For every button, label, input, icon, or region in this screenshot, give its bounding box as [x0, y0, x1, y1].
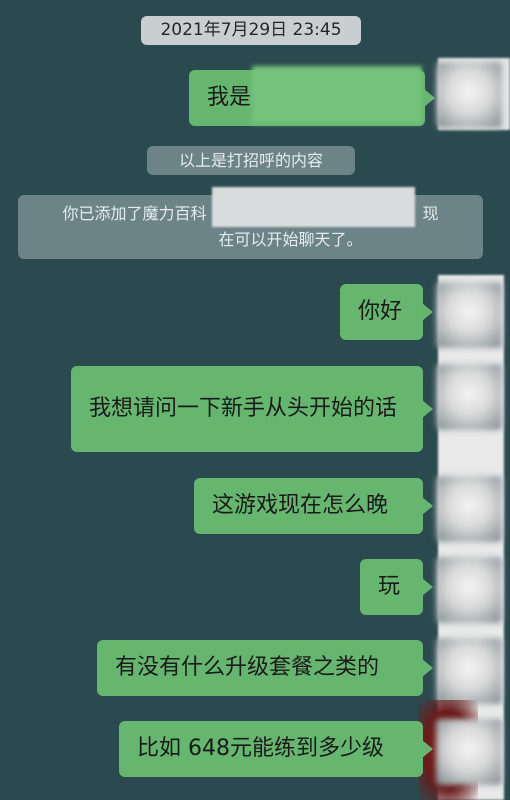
message-bubble[interactable]: 这游戏现在怎么晚: [194, 478, 433, 534]
message-text: 比如 648元能练到多少级: [137, 736, 384, 761]
message-bubble[interactable]: 有没有什么升级套餐之类的: [97, 640, 433, 696]
message-text: 我想请问一下新手从头开始的话: [89, 396, 398, 421]
message-text: 这游戏现在怎么晚: [212, 493, 389, 518]
system-message-prefix: 你已添加了魔力百科: [62, 204, 207, 223]
redacted-name: [252, 66, 422, 124]
message-bubble[interactable]: 我想请问一下新手从头开始的话: [71, 366, 433, 452]
message-text: 有没有什么升级套餐之类的: [115, 655, 380, 680]
message-bubble[interactable]: 你好: [340, 284, 433, 340]
greeting-hint: 以上是打招呼的内容: [147, 146, 355, 175]
timestamp-label: 2021年7月29日 23:45: [141, 16, 361, 45]
message-text: 你好: [358, 299, 403, 324]
avatar[interactable]: [436, 557, 502, 623]
message-text: 我是: [207, 85, 252, 110]
avatar[interactable]: [436, 719, 502, 785]
avatar[interactable]: [436, 282, 502, 348]
message-bubble[interactable]: 玩: [360, 559, 433, 615]
message-bubble[interactable]: 比如 648元能练到多少级: [119, 721, 433, 777]
avatar[interactable]: [436, 364, 502, 430]
avatar[interactable]: [436, 476, 502, 542]
avatar[interactable]: [436, 62, 502, 128]
avatar[interactable]: [436, 638, 502, 704]
message-text: 玩: [378, 574, 401, 599]
redacted-contact: [212, 187, 415, 227]
system-message-line2: 在可以开始聊天了。: [218, 230, 363, 249]
